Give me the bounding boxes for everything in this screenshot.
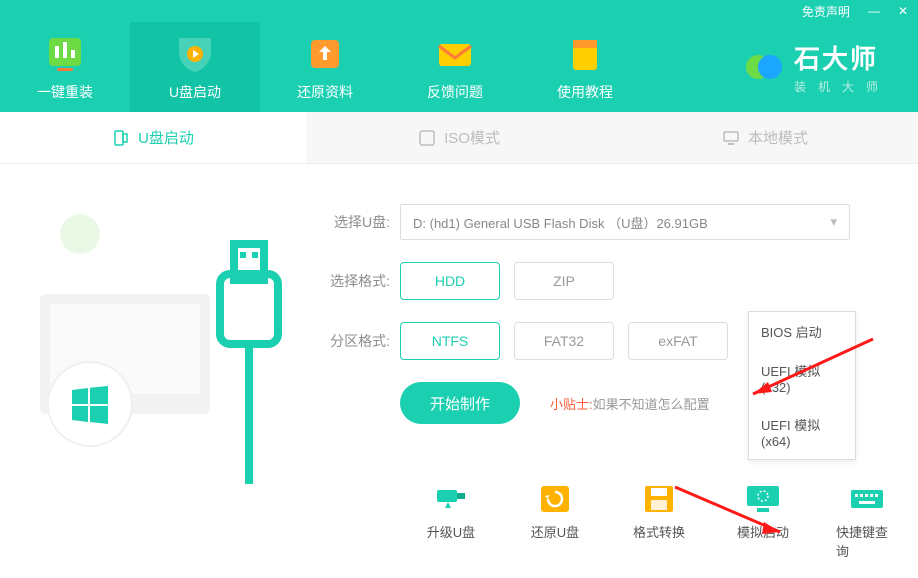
nav-tutorial[interactable]: 使用教程 (520, 22, 650, 112)
disk-label: 选择U盘: (320, 212, 390, 232)
brand: 石大师 装机大师 (744, 22, 918, 112)
monitor-play-icon (745, 484, 781, 514)
simulate-boot-menu: BIOS 启动 UEFI 模拟(x32) UEFI 模拟(x64) (748, 311, 856, 460)
chevron-down-icon: ▾ (830, 214, 837, 230)
footer-actions: 升级U盘 还原U盘 格式转换 模拟启动 快捷键查询 (420, 484, 898, 560)
action-upgrade-usb[interactable]: 升级U盘 (420, 484, 482, 560)
brand-name: 石大师 (794, 39, 890, 76)
disk-value: D: (hd1) General USB Flash Disk （U盘）26.9… (413, 213, 708, 232)
usb-up-icon (433, 484, 469, 514)
nav-label: 反馈问题 (427, 82, 483, 102)
action-label: 格式转换 (633, 522, 685, 541)
nav-restore[interactable]: 还原资料 (260, 22, 390, 112)
save-icon (641, 484, 677, 514)
monitor-icon (722, 129, 740, 147)
logo-icon (744, 47, 784, 87)
format-label: 选择格式: (320, 271, 390, 291)
nav-label: U盘启动 (169, 82, 221, 102)
tab-local[interactable]: 本地模式 (612, 112, 918, 163)
nav-label: 一键重装 (37, 82, 93, 102)
header: 一键重装 U盘启动 还原资料 反馈问题 使用教程 (0, 22, 918, 112)
tab-iso[interactable]: ISO模式 (306, 112, 612, 163)
nav-label: 使用教程 (557, 82, 613, 102)
tab-label: ISO模式 (444, 127, 500, 148)
action-format-convert[interactable]: 格式转换 (628, 484, 690, 560)
iso-icon (418, 129, 436, 147)
book-icon (563, 32, 607, 76)
close-button[interactable]: ✕ (898, 4, 908, 18)
tab-label: U盘启动 (138, 127, 194, 148)
nav-reinstall[interactable]: 一键重装 (0, 22, 130, 112)
action-restore-usb[interactable]: 还原U盘 (524, 484, 586, 560)
nav-feedback[interactable]: 反馈问题 (390, 22, 520, 112)
mode-tabs: U盘启动 ISO模式 本地模式 (0, 112, 918, 164)
start-button[interactable]: 开始制作 (400, 382, 520, 424)
partition-label: 分区格式: (320, 331, 390, 351)
upload-box-icon (303, 32, 347, 76)
minimize-button[interactable]: — (868, 4, 880, 18)
action-label: 快捷键查询 (836, 522, 898, 560)
nav-label: 还原资料 (297, 82, 353, 102)
brand-sub: 装机大师 (794, 78, 890, 95)
keyboard-icon (849, 484, 885, 514)
partition-exfat[interactable]: exFAT (628, 322, 728, 360)
menu-bios-boot[interactable]: BIOS 启动 (749, 312, 855, 351)
format-zip[interactable]: ZIP (514, 262, 614, 300)
disk-select[interactable]: D: (hd1) General USB Flash Disk （U盘）26.9… (400, 204, 850, 240)
tab-usb-boot[interactable]: U盘启动 (0, 112, 306, 163)
main-nav: 一键重装 U盘启动 还原资料 反馈问题 使用教程 (0, 22, 650, 112)
restore-icon (537, 484, 573, 514)
partition-ntfs[interactable]: NTFS (400, 322, 500, 360)
usb-illustration (30, 194, 290, 494)
disclaimer-link[interactable]: 免责声明 (802, 3, 850, 20)
nav-usb-boot[interactable]: U盘启动 (130, 22, 260, 112)
titlebar: 免责声明 — ✕ (0, 0, 918, 22)
shield-usb-icon (173, 32, 217, 76)
action-simulate-boot[interactable]: 模拟启动 (732, 484, 794, 560)
bar-chart-icon (43, 32, 87, 76)
menu-uefi-x32[interactable]: UEFI 模拟(x32) (749, 351, 855, 405)
action-hotkey[interactable]: 快捷键查询 (836, 484, 898, 560)
format-hdd[interactable]: HDD (400, 262, 500, 300)
tab-label: 本地模式 (748, 127, 808, 148)
menu-uefi-x64[interactable]: UEFI 模拟(x64) (749, 405, 855, 459)
action-label: 模拟启动 (737, 522, 789, 541)
action-label: 还原U盘 (531, 522, 579, 541)
action-label: 升级U盘 (427, 522, 475, 541)
partition-fat32[interactable]: FAT32 (514, 322, 614, 360)
content: 选择U盘: D: (hd1) General USB Flash Disk （U… (0, 164, 918, 578)
mail-icon (433, 32, 477, 76)
usb-icon (112, 129, 130, 147)
